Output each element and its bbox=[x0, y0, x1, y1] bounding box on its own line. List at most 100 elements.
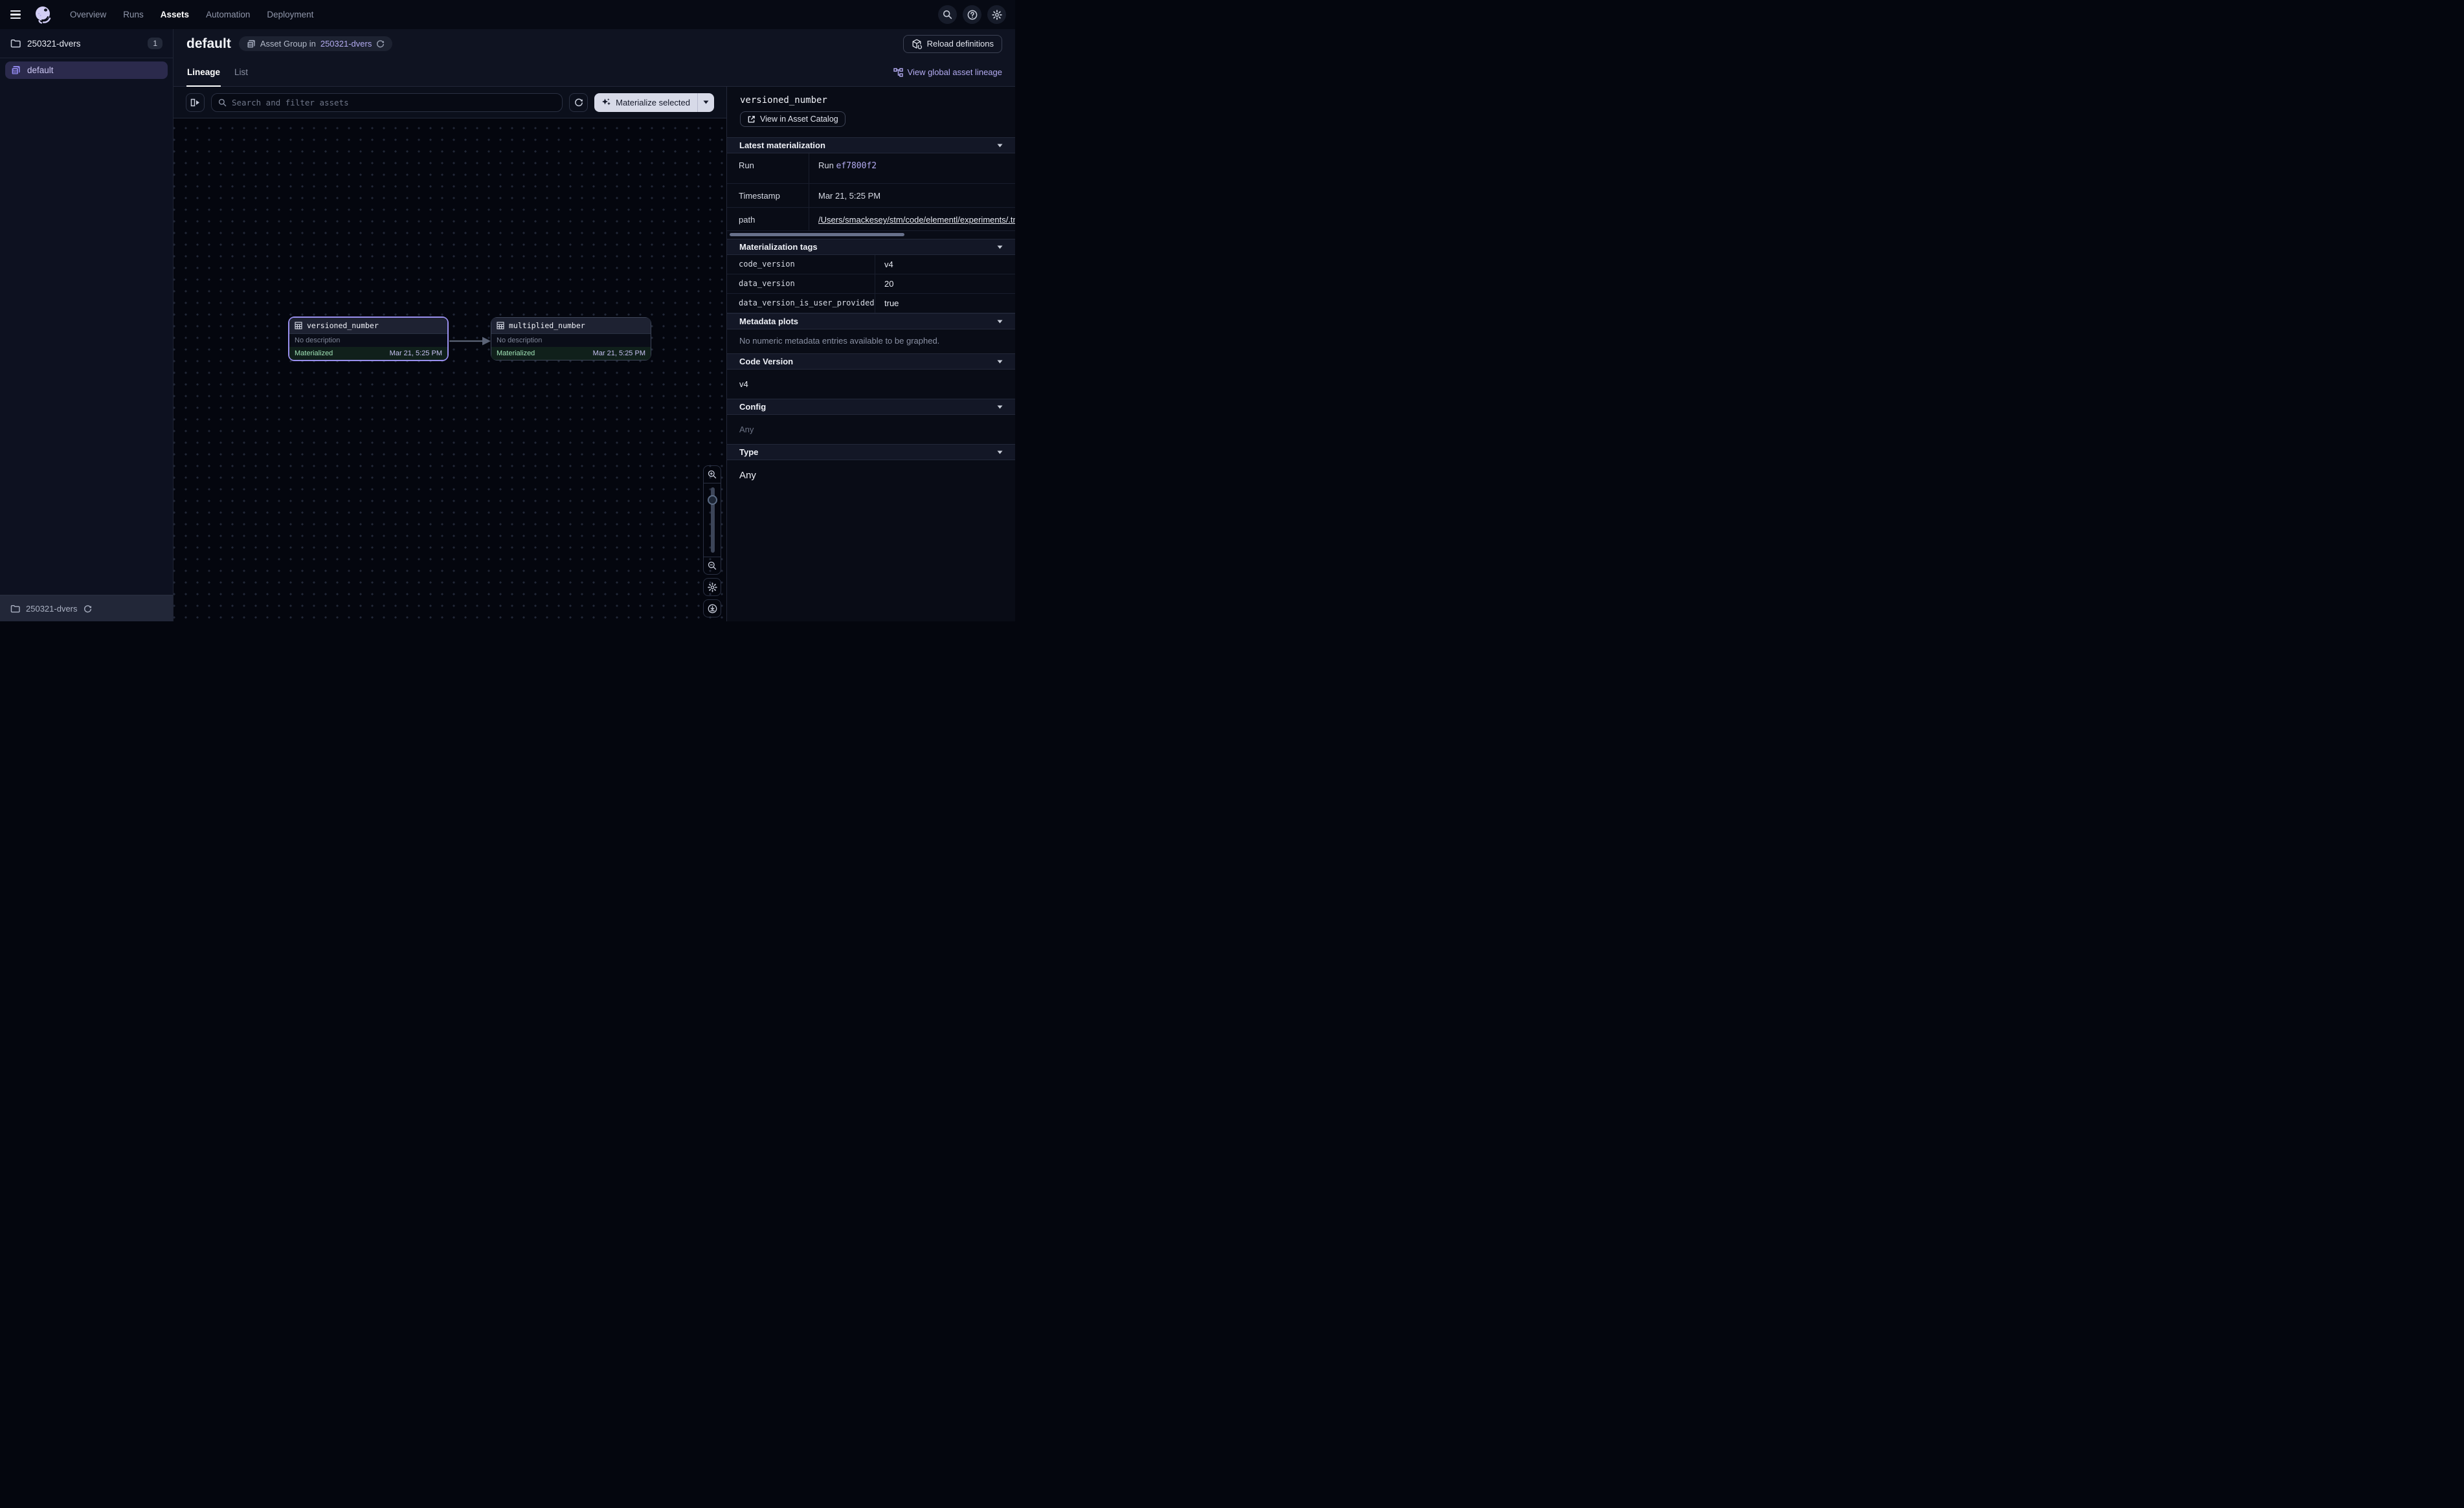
node-timestamp: Mar 21, 5:25 PM bbox=[390, 349, 442, 357]
folder-icon bbox=[10, 39, 21, 48]
search-icon[interactable] bbox=[938, 5, 957, 24]
section-code-version[interactable]: Code Version bbox=[727, 353, 1015, 370]
lineage-canvas[interactable]: versioned_number No description Material… bbox=[174, 118, 726, 621]
asset-group-badge[interactable]: Asset Group in 250321-dvers bbox=[239, 36, 393, 51]
materialize-selected-button[interactable]: Materialize selected bbox=[594, 93, 714, 112]
asset-sidebar: 250321-dvers 1 default 250321-dvers bbox=[0, 29, 174, 621]
table-row-timestamp: Timestamp Mar 21, 5:25 PM bbox=[727, 184, 1015, 208]
tag-key: data_version_is_user_provided bbox=[727, 294, 875, 313]
materialize-dropdown-caret[interactable] bbox=[698, 93, 714, 112]
primary-nav: Overview Runs Assets Automation Deployme… bbox=[70, 10, 313, 19]
panel-asset-title: versioned_number bbox=[740, 95, 1002, 105]
zoom-out-button[interactable] bbox=[703, 557, 721, 575]
node-status: Materialized bbox=[295, 349, 333, 357]
caret-down-icon bbox=[997, 360, 1003, 364]
expand-panel-icon[interactable] bbox=[186, 93, 205, 112]
node-description: No description bbox=[491, 334, 651, 347]
search-input[interactable] bbox=[232, 98, 555, 107]
asset-search-box bbox=[211, 93, 563, 112]
lineage-edge-arrow bbox=[448, 335, 492, 348]
table-row-run: Run Run ef7800f2 bbox=[727, 153, 1015, 184]
caret-down-icon bbox=[997, 245, 1003, 249]
code-version-value: v4 bbox=[727, 370, 1015, 399]
view-global-asset-lineage-link[interactable]: View global asset lineage bbox=[893, 67, 1002, 77]
folder-icon bbox=[10, 604, 20, 613]
node-name: multiplied_number bbox=[509, 321, 585, 330]
table-row-path: path /Users/smackesey/stm/code/elementl/… bbox=[727, 208, 1015, 231]
refresh-icon[interactable] bbox=[569, 93, 588, 112]
topnav-actions bbox=[938, 5, 1006, 24]
download-image-button[interactable] bbox=[703, 599, 721, 617]
view-tabs-row: Lineage List View global asset lineage bbox=[174, 58, 1015, 87]
tab-list[interactable]: List bbox=[234, 58, 249, 86]
nav-deployment[interactable]: Deployment bbox=[267, 10, 313, 19]
help-icon[interactable] bbox=[963, 5, 981, 24]
tab-lineage[interactable]: Lineage bbox=[186, 58, 221, 86]
zoom-slider[interactable] bbox=[703, 483, 721, 557]
reload-definitions-button[interactable]: Reload definitions bbox=[903, 35, 1002, 53]
type-value: Any bbox=[727, 460, 1015, 491]
row-value: Run ef7800f2 bbox=[809, 153, 1015, 183]
metadata-plots-empty-message: No numeric metadata entries available to… bbox=[727, 329, 1015, 353]
row-label: path bbox=[727, 208, 809, 230]
repo-name: 250321-dvers bbox=[27, 39, 141, 49]
dagster-logo-icon[interactable] bbox=[34, 5, 53, 25]
caret-down-icon bbox=[997, 450, 1003, 454]
tag-value: 20 bbox=[875, 274, 1015, 293]
tag-key: code_version bbox=[727, 255, 875, 274]
row-value: Mar 21, 5:25 PM bbox=[809, 184, 1015, 207]
view-tabs: Lineage List bbox=[186, 58, 249, 86]
sidebar-footer: 250321-dvers bbox=[0, 595, 173, 621]
section-latest-materialization[interactable]: Latest materialization bbox=[727, 137, 1015, 153]
footer-repo-name: 250321-dvers bbox=[26, 604, 78, 614]
lineage-toolbar: Materialize selected bbox=[174, 87, 726, 118]
reload-cube-icon bbox=[912, 39, 922, 49]
zoom-in-icon bbox=[708, 470, 717, 479]
dagster-app: Overview Runs Assets Automation Deployme… bbox=[0, 0, 1015, 621]
gear-icon[interactable] bbox=[987, 5, 1006, 24]
page-header: default Asset Group in 250321-dvers Relo… bbox=[174, 29, 1015, 58]
zoom-in-button[interactable] bbox=[703, 465, 721, 483]
asset-node-multiplied-number[interactable]: multiplied_number No description Materia… bbox=[491, 317, 651, 360]
nav-runs[interactable]: Runs bbox=[123, 10, 144, 19]
nav-automation[interactable]: Automation bbox=[206, 10, 250, 19]
view-in-asset-catalog-button[interactable]: View in Asset Catalog bbox=[740, 111, 846, 127]
tag-row-code-version: code_version v4 bbox=[727, 255, 1015, 274]
external-link-icon bbox=[747, 115, 756, 124]
badge-prefix: Asset Group in bbox=[260, 39, 316, 49]
search-icon bbox=[218, 98, 227, 107]
run-id-link[interactable]: ef7800f2 bbox=[836, 161, 877, 171]
zoom-slider-thumb[interactable] bbox=[708, 495, 717, 505]
asset-group-icon bbox=[11, 65, 21, 75]
nav-overview[interactable]: Overview bbox=[70, 10, 106, 19]
sidebar-repo-row[interactable]: 250321-dvers 1 bbox=[0, 29, 173, 58]
sidebar-item-default-group[interactable]: default bbox=[5, 61, 168, 79]
tag-value: true bbox=[875, 294, 1015, 313]
asset-detail-panel: versioned_number View in Asset Catalog L… bbox=[726, 87, 1015, 621]
tag-value: v4 bbox=[875, 255, 1015, 274]
node-timestamp: Mar 21, 5:25 PM bbox=[593, 349, 645, 357]
refresh-icon[interactable] bbox=[376, 39, 385, 48]
canvas-zoom-controls bbox=[703, 465, 721, 617]
section-config[interactable]: Config bbox=[727, 399, 1015, 415]
hamburger-menu-icon[interactable] bbox=[9, 9, 22, 21]
horizontal-scrollbar[interactable] bbox=[730, 233, 904, 236]
section-metadata-plots[interactable]: Metadata plots bbox=[727, 313, 1015, 329]
row-label: Timestamp bbox=[727, 184, 809, 207]
row-label: Run bbox=[727, 153, 809, 183]
node-status: Materialized bbox=[497, 349, 535, 357]
asset-node-versioned-number[interactable]: versioned_number No description Material… bbox=[288, 316, 449, 361]
section-materialization-tags[interactable]: Materialization tags bbox=[727, 239, 1015, 255]
asset-group-icon bbox=[247, 39, 256, 49]
canvas-settings-button[interactable] bbox=[703, 578, 721, 596]
sparkles-icon bbox=[601, 98, 611, 107]
group-label: default bbox=[27, 65, 54, 75]
table-icon bbox=[497, 322, 504, 329]
repo-count-badge: 1 bbox=[148, 38, 162, 49]
path-link[interactable]: /Users/smackesey/stm/code/elementl/exper… bbox=[818, 215, 1015, 225]
badge-repo-link[interactable]: 250321-dvers bbox=[320, 39, 372, 49]
nav-assets[interactable]: Assets bbox=[161, 10, 189, 19]
refresh-icon[interactable] bbox=[84, 604, 92, 613]
gear-icon bbox=[708, 582, 717, 592]
section-type[interactable]: Type bbox=[727, 444, 1015, 460]
